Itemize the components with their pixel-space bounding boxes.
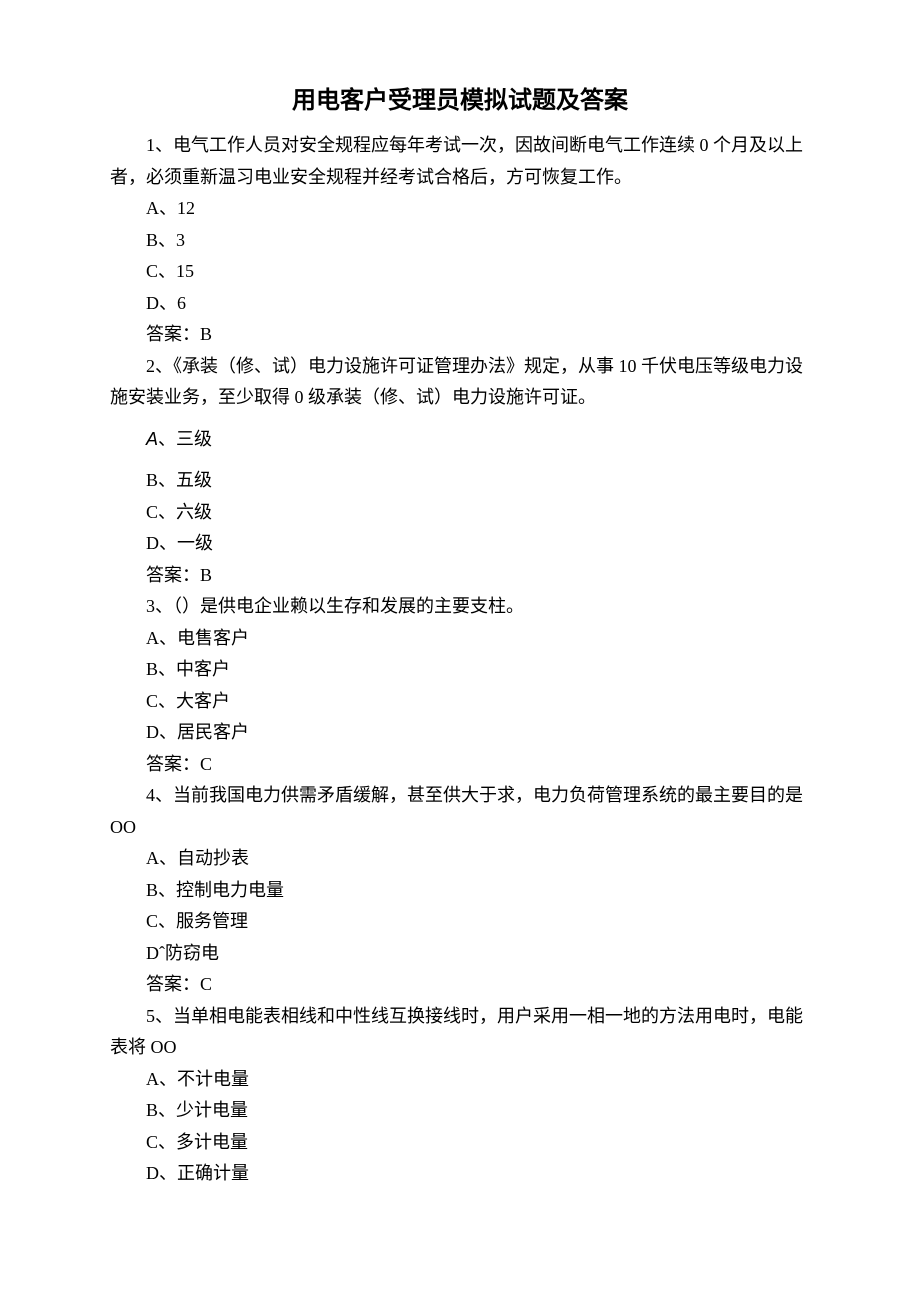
- answer: 答案：B: [110, 560, 810, 592]
- answer: 答案：C: [110, 969, 810, 1001]
- option-b: B、3: [110, 225, 810, 257]
- answer: 答案：B: [110, 319, 810, 351]
- option-d: Dˆ防窃电: [110, 938, 810, 970]
- question-stem: 3、（）是供电企业赖以生存和发展的主要支柱。: [110, 591, 810, 623]
- option-a: A、自动抄表: [110, 843, 810, 875]
- option-a: A、电售客户: [110, 623, 810, 655]
- question-stem: 1、电气工作人员对安全规程应每年考试一次，因故间断电气工作连续 0 个月及以上者…: [110, 130, 810, 193]
- page-title: 用电客户受理员模拟试题及答案: [110, 80, 810, 122]
- option-a: A、12: [110, 193, 810, 225]
- option-b: B、中客户: [110, 654, 810, 686]
- option-d: D、一级: [110, 528, 810, 560]
- option-c: C、六级: [110, 497, 810, 529]
- option-d: D、居民客户: [110, 717, 810, 749]
- option-d: D、6: [110, 288, 810, 320]
- option-a: A、三级: [110, 414, 810, 466]
- answer: 答案：C: [110, 749, 810, 781]
- option-a: A、不计电量: [110, 1064, 810, 1096]
- question-stem: 5、当单相电能表相线和中性线互换接线时，用户采用一相一地的方法用电时，电能表将 …: [110, 1001, 810, 1064]
- question-stem: 2、《承装（修、试）电力设施许可证管理办法》规定，从事 10 千伏电压等级电力设…: [110, 351, 810, 414]
- option-a-text: 、三级: [158, 429, 212, 449]
- option-c: C、15: [110, 256, 810, 288]
- question-stem: 4、当前我国电力供需矛盾缓解，甚至供大于求，电力负荷管理系统的最主要目的是 OO: [110, 780, 810, 843]
- option-c: C、大客户: [110, 686, 810, 718]
- italic-letter: A: [146, 429, 158, 449]
- option-c: C、服务管理: [110, 906, 810, 938]
- option-b: B、五级: [110, 465, 810, 497]
- option-b: B、少计电量: [110, 1095, 810, 1127]
- option-b: B、控制电力电量: [110, 875, 810, 907]
- option-d: D、正确计量: [110, 1158, 810, 1190]
- option-c: C、多计电量: [110, 1127, 810, 1159]
